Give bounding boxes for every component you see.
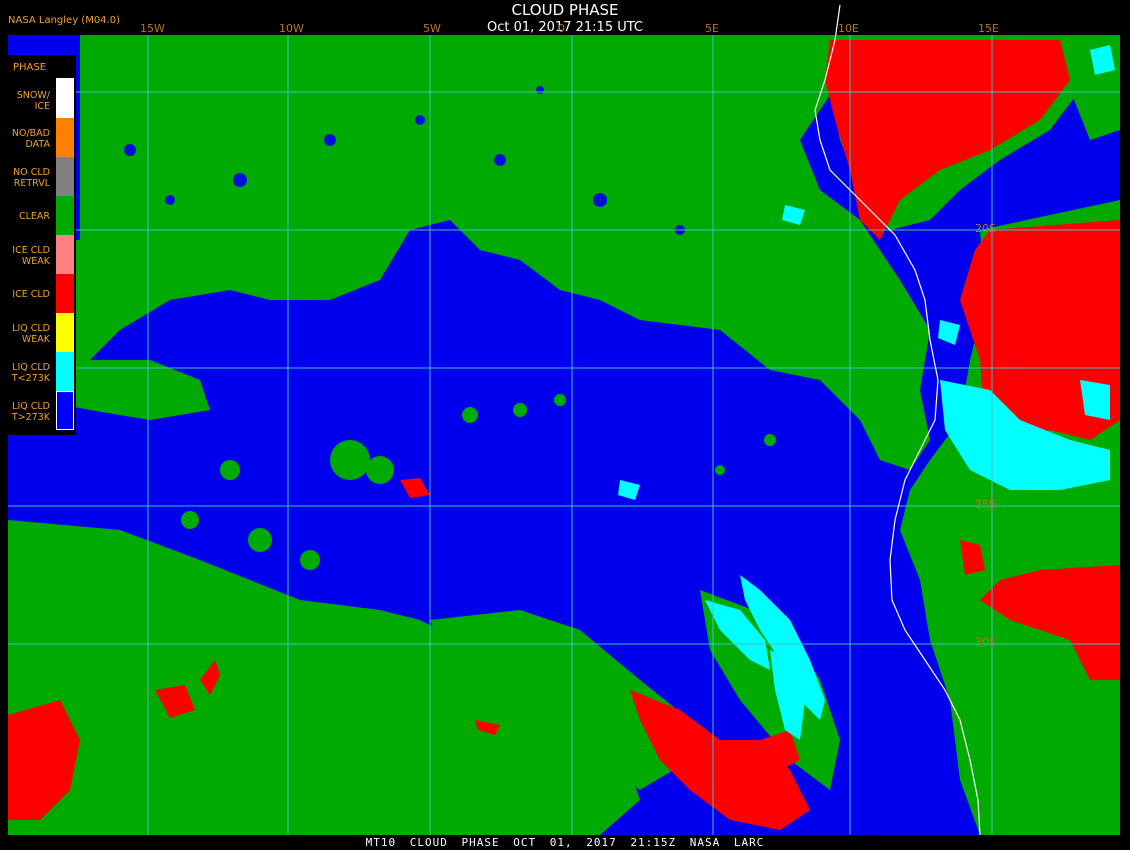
- legend-swatch-snow-ice: [56, 78, 74, 118]
- legend-swatch-liquid-cloud-weak: [56, 313, 74, 352]
- legend-swatch-no-cloud-retrieval: [56, 157, 74, 196]
- legend-label: NO CLD RETRVL: [13, 167, 50, 189]
- legend-label: LIQ CLD T<273K: [11, 362, 50, 384]
- footer-caption: MT10 CLOUD PHASE OCT 01, 2017 21:15Z NAS…: [365, 836, 765, 849]
- cloud-phase-map: [8, 4, 1120, 836]
- legend-swatch-ice-cloud-weak: [56, 235, 74, 274]
- map-timestamp: Oct 01, 2017 21:15 UTC: [487, 20, 643, 35]
- legend-swatch-clear: [56, 196, 74, 235]
- legend-label: LIQ CLD WEAK: [12, 323, 50, 345]
- longitude-label: 5E: [705, 22, 719, 35]
- legend-label: NO/BAD DATA: [11, 128, 50, 150]
- legend-swatch-no-bad-data: [56, 118, 74, 157]
- legend-label: LIQ CLD T>273K: [11, 401, 50, 423]
- legend-label: CLEAR: [18, 211, 50, 222]
- legend-swatch-liquid-cloud-warm: [56, 391, 74, 430]
- latitude-label: 20S: [975, 222, 996, 235]
- longitude-label: 0: [558, 22, 565, 35]
- legend-swatch-ice-cloud: [56, 274, 74, 313]
- map-title: CLOUD PHASE: [511, 1, 619, 19]
- longitude-label: 15E: [978, 22, 999, 35]
- latitude-label: 25S: [975, 498, 996, 511]
- longitude-label: 5W: [423, 22, 441, 35]
- legend-swatch-liquid-cloud-cold: [56, 352, 74, 391]
- longitude-label: 10E: [838, 22, 859, 35]
- legend-label: ICE CLD: [12, 289, 50, 300]
- legend-title: PHASE: [13, 62, 47, 73]
- longitude-label: 15W: [140, 22, 165, 35]
- longitude-label: 10W: [279, 22, 304, 35]
- legend-label: ICE CLD WEAK: [12, 245, 50, 267]
- latitude-label: 30S: [975, 636, 996, 649]
- legend-label: SNOW/ICE: [16, 90, 50, 112]
